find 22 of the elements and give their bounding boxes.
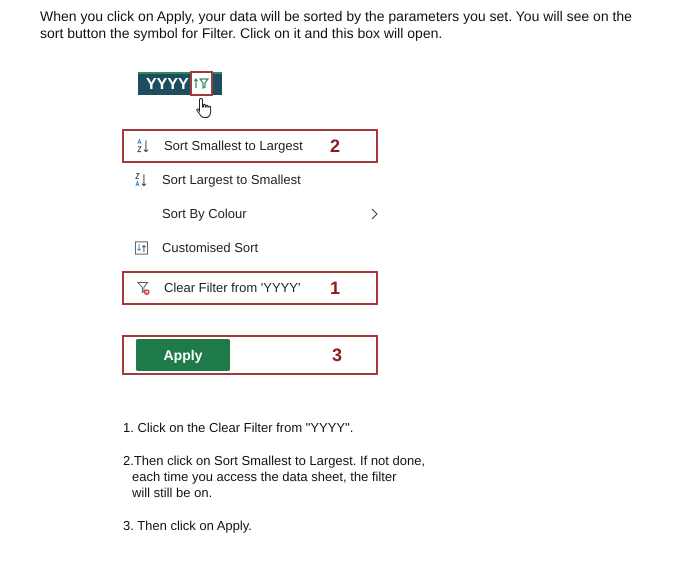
- apply-button[interactable]: Apply: [136, 339, 230, 371]
- sort-descending-icon: [135, 171, 148, 189]
- filter-button[interactable]: [190, 71, 213, 96]
- custom-sort-icon: [135, 240, 148, 256]
- column-header-label: YYYY: [146, 75, 189, 95]
- callout-number: 1: [330, 276, 340, 300]
- intro-paragraph: When you click on Apply, your data will be sorted by the parameters you set. You will see on the sort button the symbol for Filter. Click on it and this box will open.: [40, 8, 633, 42]
- menu-item[interactable]: Sort By Colour: [122, 199, 378, 229]
- callout-number: 2: [330, 134, 340, 158]
- menu-item[interactable]: Clear Filter from 'YYYY': [124, 273, 300, 303]
- sort-ascending-icon: [137, 137, 150, 155]
- hand-cursor-icon: [196, 97, 213, 119]
- step-text: 3. Then click on Apply.: [123, 518, 253, 534]
- menu-item[interactable]: Customised Sort: [122, 233, 258, 263]
- step-text: 1. Click on the Clear Filter from "YYYY".: [123, 420, 354, 436]
- callout-number: 3: [332, 344, 342, 366]
- clear-filter-icon: [137, 280, 150, 296]
- menu-item[interactable]: Sort Smallest to Largest: [124, 131, 303, 161]
- sort-filter-icon: [194, 78, 209, 89]
- step-text: 2.Then click on Sort Smallest to Largest. If not done, each time you access the data sheet, the filter will still be on.: [123, 453, 426, 501]
- menu-item[interactable]: Sort Largest to Smallest: [122, 165, 301, 195]
- chevron-right-icon: [371, 208, 378, 220]
